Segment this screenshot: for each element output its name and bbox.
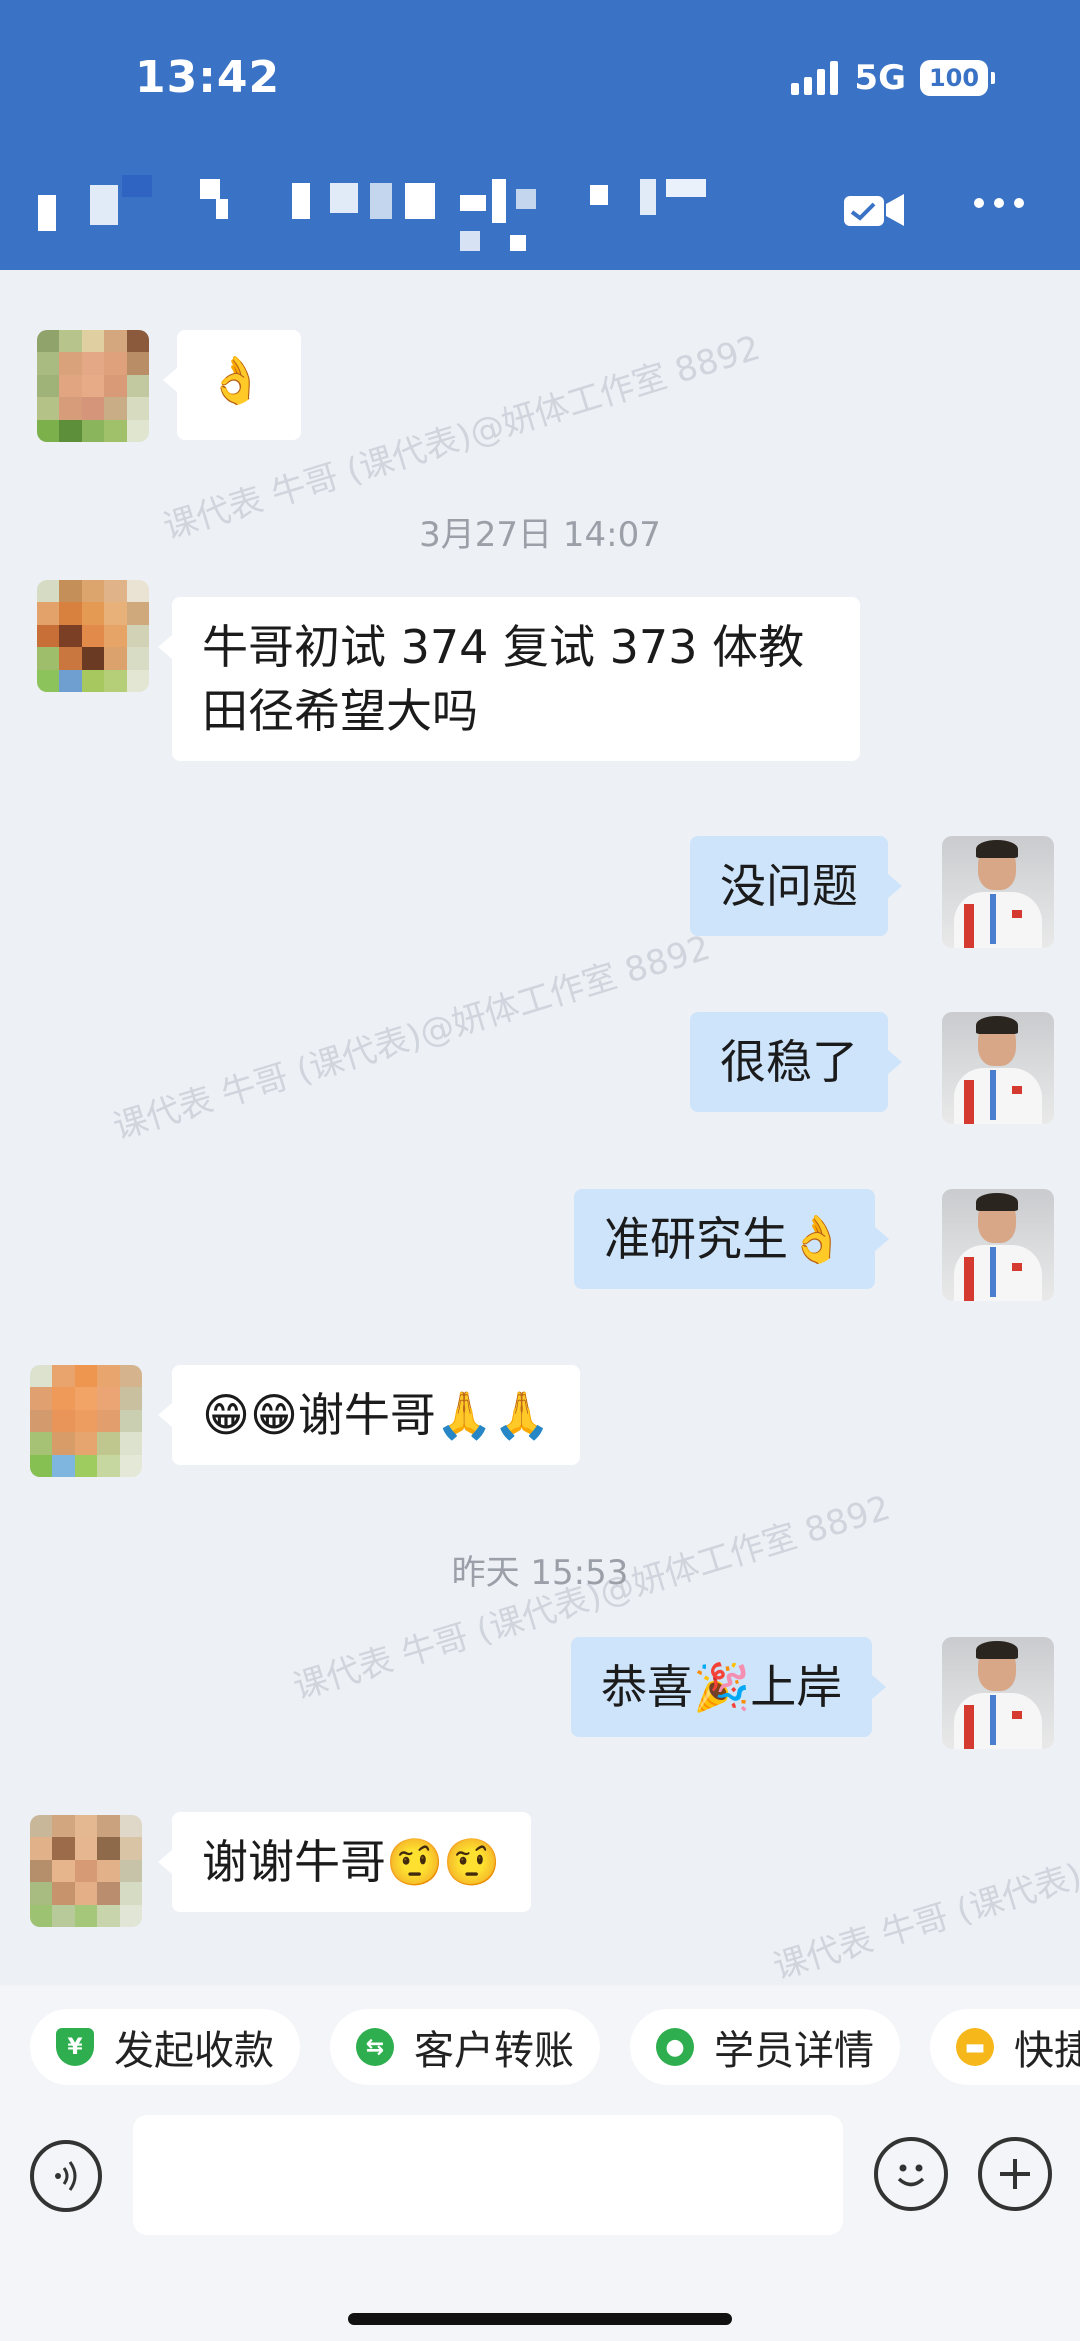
quick-action-label: 客户转账 [414,2028,574,2074]
quick-action-label: 学员详情 [714,2028,874,2074]
timestamp: 昨天 15:53 [451,1553,629,1593]
message-bubble-outgoing[interactable]: 准研究生👌 [574,1189,890,1289]
contact-avatar[interactable] [30,1815,142,1927]
message-bubble-incoming[interactable]: 牛哥初试 374 复试 373 体教田径希望大吗 [158,597,860,761]
plus-cross-icon [1000,2159,1030,2189]
message-input[interactable] [133,2115,843,2235]
input-bar [0,2105,1080,2341]
transfer-button[interactable]: ⇆ 客户转账 [330,2009,600,2085]
signal-icon [791,61,839,95]
chat-header: 13:42 5G 100 [0,0,1080,270]
chat-title-redacted[interactable] [30,175,730,260]
message-bubble-outgoing[interactable]: 没问题 [690,836,902,936]
status-time: 13:42 [135,52,281,103]
contact-avatar[interactable] [37,580,149,692]
message-bubble-outgoing[interactable]: 恭喜🎉上岸 [571,1637,887,1737]
message-bubble-outgoing[interactable]: 很稳了 [690,1012,902,1112]
plus-icon[interactable] [978,2137,1052,2211]
receive-payment-button[interactable]: ¥ 发起收款 [30,2009,300,2085]
message-bubble-incoming[interactable]: 👌 [163,330,301,440]
quick-actions-bar[interactable]: ¥ 发起收款 ⇆ 客户转账 ● 学员详情 ▬ 快捷 [0,1985,1080,2105]
transfer-icon: ⇆ [356,2028,394,2066]
my-avatar[interactable] [942,1012,1054,1124]
timestamp: 3月27日 14:07 [419,515,661,555]
watermark: 课代表 牛哥 (课代表)@妍体工作室 8892 [108,927,715,1148]
my-avatar[interactable] [942,836,1054,948]
voice-wave-icon [55,2161,77,2191]
quick-action-label: 快捷 [1014,2028,1080,2074]
student-info-icon: ● [656,2028,694,2066]
smiley-face-icon [897,2164,925,2187]
contact-avatar[interactable] [30,1365,142,1477]
watermark: 课代表 牛哥 (课代表)@妍体工作室 8892 [768,1768,1080,1985]
student-info-button[interactable]: ● 学员详情 [630,2009,900,2085]
quick-action-label: 发起收款 [114,2028,274,2074]
more-dots-icon[interactable] [974,198,1024,208]
chat-area[interactable]: 课代表 牛哥 (课代表)@妍体工作室 8892 课代表 牛哥 (课代表)@妍体工… [0,270,1080,1985]
my-avatar[interactable] [942,1637,1054,1749]
battery-icon: 100 [920,60,995,96]
voice-icon[interactable] [30,2140,102,2212]
quick-reply-button[interactable]: ▬ 快捷 [930,2009,1080,2085]
contact-avatar[interactable] [37,330,149,442]
network-label: 5G [854,58,906,98]
quick-reply-icon: ▬ [956,2028,994,2066]
video-call-icon[interactable] [842,188,908,232]
receive-payment-icon: ¥ [56,2028,94,2066]
message-bubble-incoming[interactable]: 谢谢牛哥🤨🤨 [158,1812,531,1912]
my-avatar[interactable] [942,1189,1054,1301]
message-bubble-incoming[interactable]: 😁😁谢牛哥🙏🙏 [157,1365,581,1465]
emoji-icon[interactable] [874,2137,948,2211]
status-indicators: 5G 100 [791,56,995,100]
home-indicator[interactable] [348,2313,732,2325]
